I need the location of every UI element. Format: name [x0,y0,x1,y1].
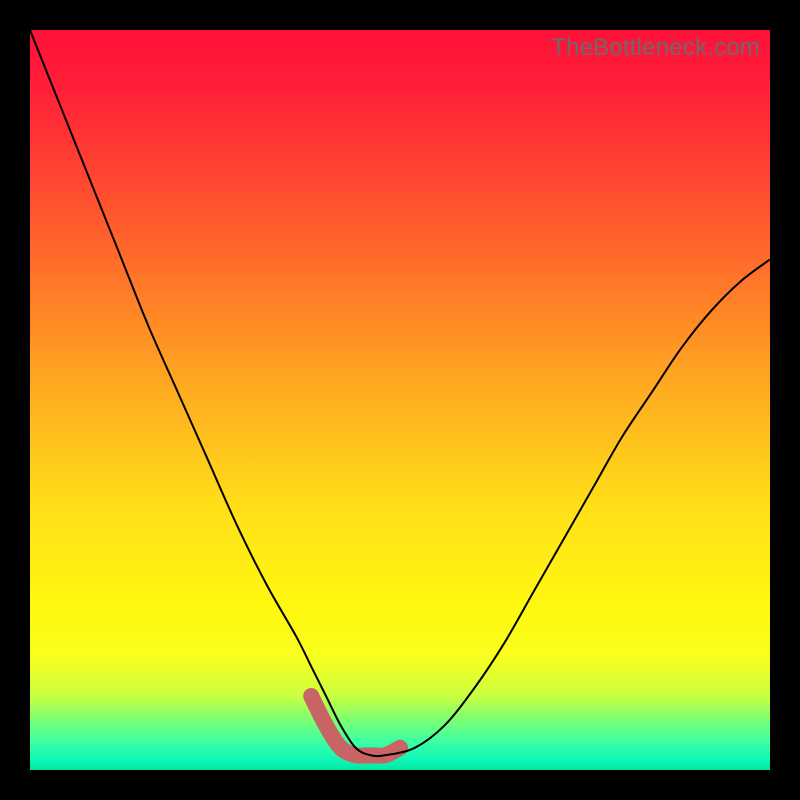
curve-layer [30,30,770,770]
plot-area: TheBottleneck.com [30,30,770,770]
main-curve [30,30,770,756]
chart-frame: TheBottleneck.com [0,0,800,800]
